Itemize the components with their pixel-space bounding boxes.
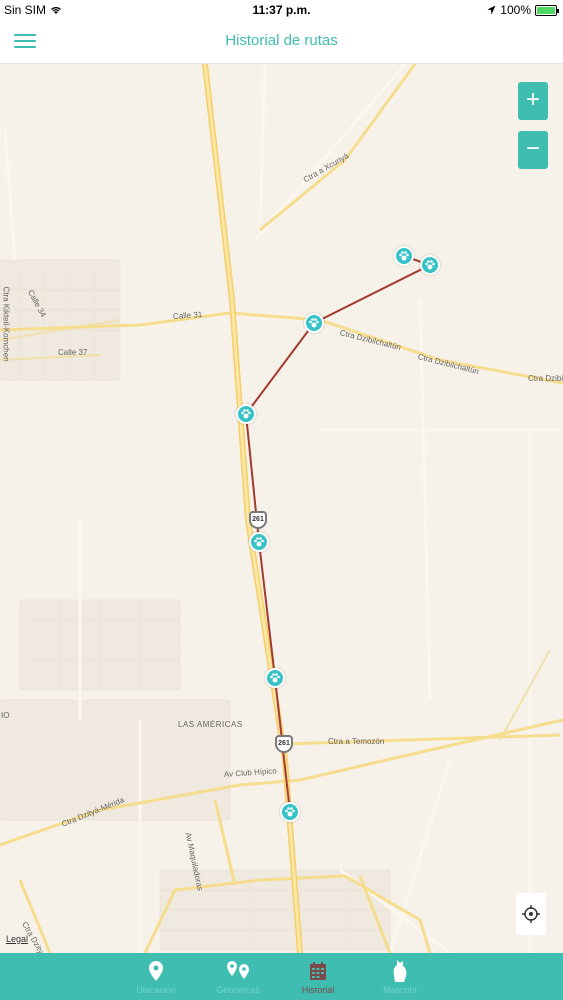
paw-icon xyxy=(254,537,264,547)
map-view[interactable]: Ctra Kikteil-Komchen Calle 34 Calle 31 C… xyxy=(0,64,563,953)
paw-icon xyxy=(270,673,280,683)
tab-label: Geocercas xyxy=(216,985,260,995)
map-label-road: Ctra a Temozón xyxy=(328,737,385,746)
paw-icon xyxy=(285,807,295,817)
geofence-icon xyxy=(226,960,250,982)
paw-icon xyxy=(399,251,409,261)
zoom-in-button[interactable]: + xyxy=(518,82,548,120)
map-label-edge: IO xyxy=(1,711,10,720)
location-pin-icon xyxy=(149,960,163,982)
map-label-road: Calle 37 xyxy=(58,348,88,357)
locate-me-button[interactable] xyxy=(516,893,546,935)
paw-icon xyxy=(309,318,319,328)
tab-mascota[interactable]: Mascota xyxy=(360,953,440,1000)
battery-group: 100% xyxy=(487,3,559,17)
highway-shield: 261 xyxy=(249,511,267,529)
tab-historial[interactable]: Historial xyxy=(278,953,358,1000)
route-marker[interactable] xyxy=(394,246,414,266)
tab-label: Mascota xyxy=(382,985,417,995)
paw-icon xyxy=(241,409,251,419)
battery-percent: 100% xyxy=(500,3,531,17)
status-bar: Sin SIM 11:37 p.m. 100% xyxy=(0,0,563,20)
route-marker[interactable] xyxy=(249,532,269,552)
tab-ubicacion[interactable]: Ubicación xyxy=(116,953,196,1000)
battery-icon xyxy=(535,4,559,16)
tab-label: Historial xyxy=(301,985,335,995)
route-marker[interactable] xyxy=(420,255,440,275)
tab-geocercas[interactable]: Geocercas xyxy=(198,953,278,1000)
calendar-icon xyxy=(310,960,326,982)
highway-shield: 261 xyxy=(275,735,293,753)
route-marker[interactable] xyxy=(304,313,324,333)
pet-icon xyxy=(392,960,408,982)
crosshair-icon xyxy=(522,905,540,923)
route-marker[interactable] xyxy=(236,404,256,424)
tab-bar: Ubicación Geocercas Historial Mascota xyxy=(0,953,563,1000)
route-marker[interactable] xyxy=(265,668,285,688)
paw-icon xyxy=(425,260,435,270)
header-bar: Historial de rutas xyxy=(0,20,563,64)
map-label-road: Ctra Kikteil-Komchen xyxy=(1,286,11,362)
location-arrow-icon xyxy=(487,5,496,15)
tab-label: Ubicación xyxy=(136,985,176,995)
route-marker[interactable] xyxy=(280,802,300,822)
legal-link[interactable]: Legal xyxy=(6,934,28,944)
status-time: 11:37 p.m. xyxy=(252,3,311,17)
page-title: Historial de rutas xyxy=(225,32,338,49)
map-label-road: Ctra Dzibilchaltún xyxy=(528,374,563,383)
zoom-out-button[interactable]: − xyxy=(518,131,548,169)
map-label-area: LAS AMÉRICAS xyxy=(178,720,243,729)
